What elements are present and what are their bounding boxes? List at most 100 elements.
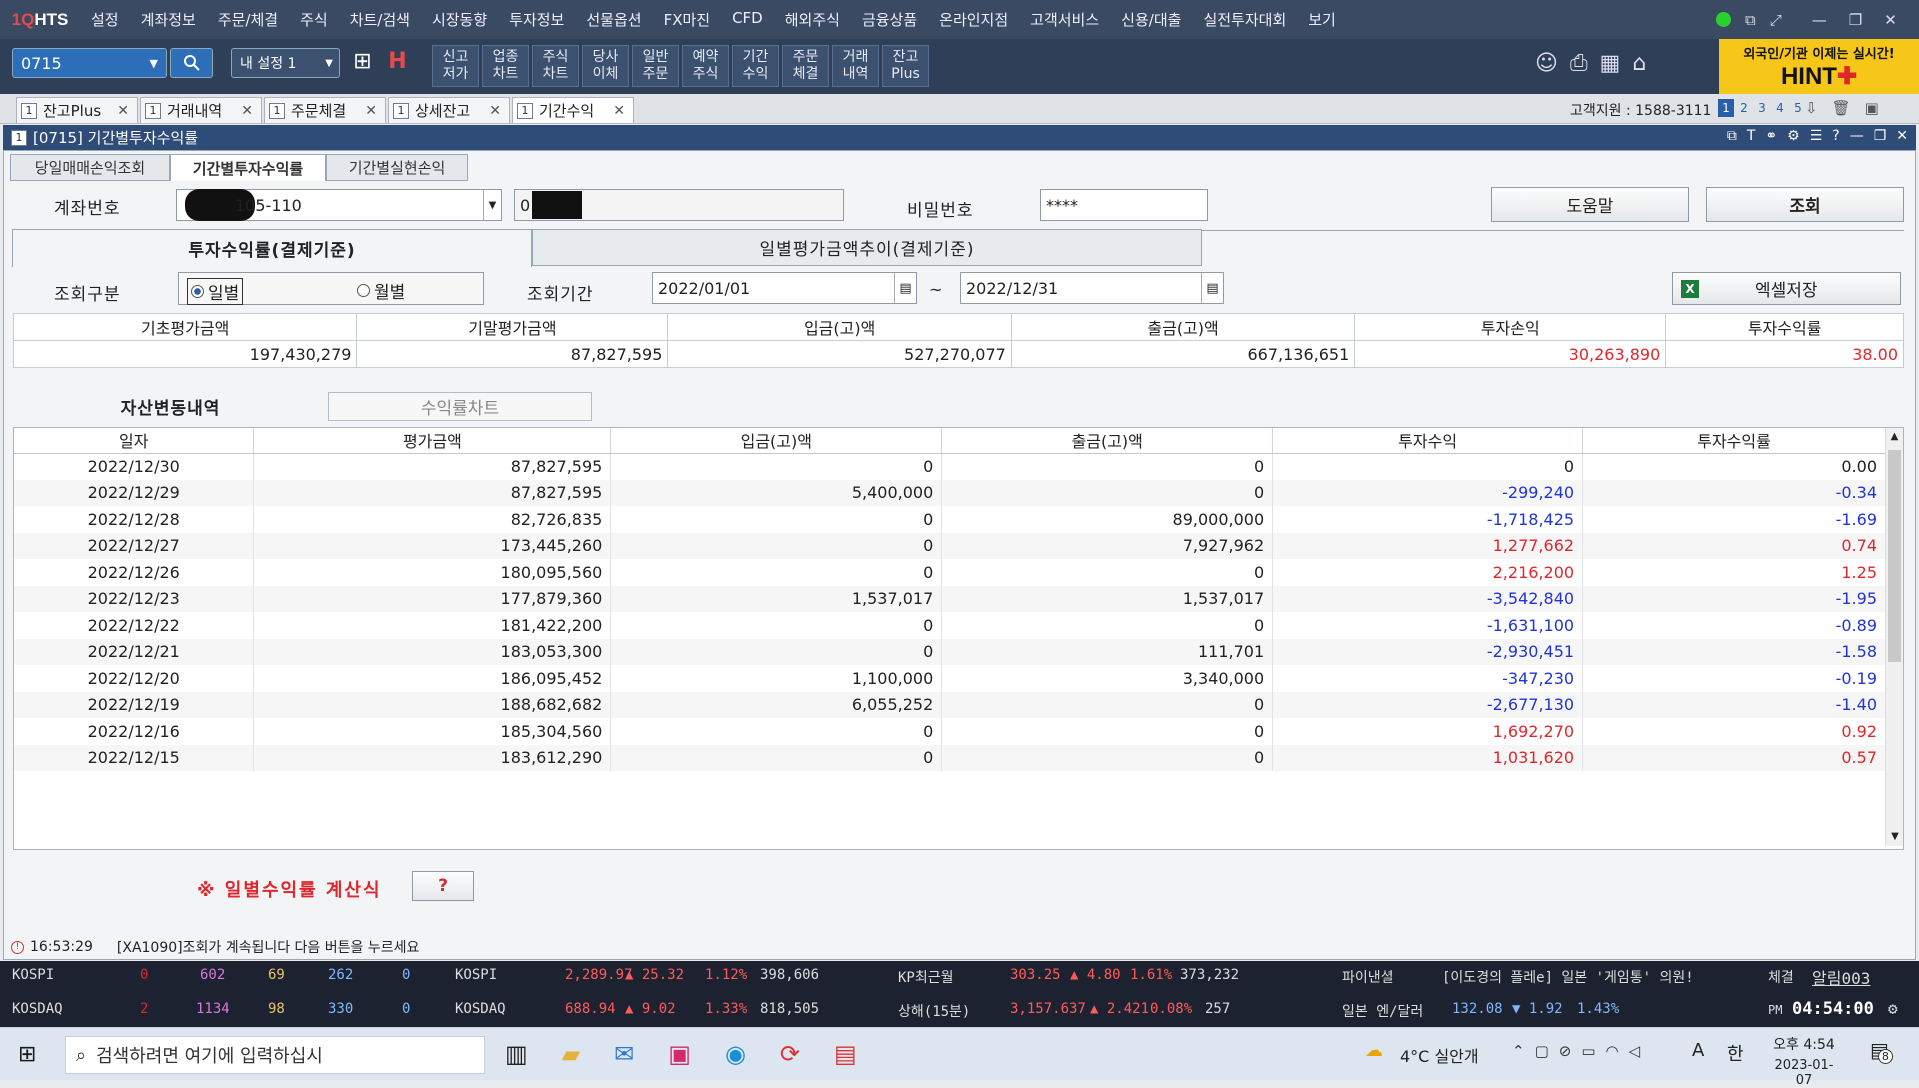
print-icon[interactable]: ⎙ [1570, 51, 1588, 76]
page-button[interactable]: 2 [1736, 99, 1752, 117]
windows-start-icon[interactable]: ⊞ [18, 1042, 36, 1067]
password-input[interactable]: **** [1040, 189, 1208, 221]
language-indicator[interactable]: 한 [1727, 1040, 1744, 1066]
table-row[interactable]: 2022/12/27 173,445,260 0 7,927,962 1,277,662… [14, 532, 1886, 559]
calendar-icon[interactable]: ▤ [894, 273, 916, 303]
menu-item[interactable]: 시장동향 [421, 9, 498, 30]
menu-item[interactable]: 투자정보 [498, 9, 575, 30]
quick-button[interactable]: 일반 주문 [632, 45, 679, 87]
menu-item[interactable]: 주식 [289, 9, 339, 30]
menu-item[interactable]: 차트/검색 [339, 9, 421, 30]
close-tab-icon[interactable]: ✕ [117, 103, 129, 119]
radio-monthly[interactable]: 월별 [357, 278, 405, 303]
subtab-period-return[interactable]: 기간별투자수익률 [170, 154, 326, 181]
volume-icon[interactable]: ◁ [1629, 1042, 1641, 1060]
taskbar-search[interactable]: ⌕ 검색하려면 여기에 입력하십시 [65, 1036, 485, 1074]
help-button[interactable]: 도움말 [1491, 187, 1689, 222]
help-icon[interactable]: ? [1832, 128, 1839, 144]
radio-daily[interactable]: 일별 [187, 278, 244, 305]
subtab-period-realized-pl[interactable]: 기간별실현손익 [326, 154, 468, 181]
date-from-input[interactable]: 2022/01/01 ▤ [652, 272, 917, 304]
table-row[interactable]: 2022/12/19 188,682,682 6,055,252 0 -2,677,13… [14, 691, 1886, 718]
menu-item[interactable]: 보기 [1297, 9, 1347, 30]
close-icon[interactable]: ✕ [1884, 11, 1897, 29]
wifi-icon[interactable]: ◠ [1606, 1042, 1619, 1060]
news-headline[interactable]: [이도경의 플레e] 일본 '게임통' 의원! [1442, 967, 1730, 987]
execution-label[interactable]: 체결 [1768, 967, 1794, 987]
tray-chevron-icon[interactable]: ⌃ [1512, 1042, 1525, 1060]
close-icon[interactable]: ✕ [1896, 128, 1908, 144]
page-button[interactable]: 5 [1790, 99, 1806, 117]
menu-item[interactable]: 설정 [80, 9, 130, 30]
weather-text[interactable]: 4°C 실안개 [1400, 1043, 1479, 1067]
alert-label[interactable]: 알림003 [1812, 965, 1870, 989]
quick-button[interactable]: 예약 주식 [682, 45, 729, 87]
table-row[interactable]: 2022/12/21 183,053,300 0 111,701 -2,930,451-… [14, 638, 1886, 665]
table-row[interactable]: 2022/12/28 82,726,835 0 89,000,000 -1,718,42… [14, 506, 1886, 533]
table-row[interactable]: 2022/12/16 185,304,560 0 0 1,692,270 0.92 [14, 718, 1886, 745]
table-row[interactable]: 2022/12/20 186,095,452 1,100,000 3,340,000-… [14, 665, 1886, 692]
window-tab[interactable]: 1 주문체결 ✕ [264, 97, 386, 123]
hint-banner[interactable]: 외국인/기관 이제는 실시간! HINT✚ [1719, 39, 1919, 94]
close-tab-icon[interactable]: ✕ [365, 103, 377, 119]
calendar-icon[interactable]: ▤ [1201, 273, 1223, 303]
add-screen-button[interactable]: ⊞ [350, 49, 375, 77]
quick-button[interactable]: 잔고 Plus [882, 45, 929, 87]
edge-browser-icon[interactable]: ◉ [725, 1040, 746, 1068]
list-icon[interactable]: ☰ [1810, 128, 1823, 144]
restore-icon[interactable]: ⧉ [1745, 11, 1756, 29]
page-button[interactable]: 4 [1772, 99, 1788, 117]
menu-item[interactable]: FX마진 [653, 9, 722, 30]
table-row[interactable]: 2022/12/15 183,612,290 0 0 1,031,620 0.57 [14, 744, 1886, 771]
close-tab-icon[interactable]: ✕ [489, 103, 501, 119]
excel-save-button[interactable]: X 엑셀저장 [1672, 272, 1901, 305]
minimize-icon[interactable]: — [1850, 128, 1864, 144]
minimize-icon[interactable]: — [1812, 11, 1827, 29]
trash-icon[interactable]: 🗑 [1832, 99, 1851, 117]
table-row[interactable]: 2022/12/26 180,095,560 0 0 2,216,200 1.25 [14, 559, 1886, 586]
menu-item[interactable]: 온라인지점 [928, 9, 1019, 30]
table-row[interactable]: 2022/12/29 87,827,595 5,400,000 0 -299,240 -0… [14, 479, 1886, 506]
tab-investment-return[interactable]: 투자수익률(결제기준) [12, 229, 532, 267]
page-button[interactable]: 3 [1754, 99, 1770, 117]
sync-app-icon[interactable]: ⟳ [780, 1040, 800, 1068]
menu-item[interactable]: 금융상품 [851, 9, 928, 30]
layout-button[interactable]: H [385, 49, 410, 77]
tab-daily-valuation-trend[interactable]: 일별평가금액추이(결제기준) [532, 229, 1202, 266]
task-view-icon[interactable]: ▥ [505, 1040, 528, 1068]
my-setting-select[interactable]: 내 설정 1 ▼ [231, 48, 340, 78]
menu-item[interactable]: 실전투자대회 [1192, 9, 1297, 30]
menu-item[interactable]: 고객서비스 [1019, 9, 1110, 30]
quick-button[interactable]: 업종 차트 [482, 45, 529, 87]
text-icon[interactable]: T [1747, 128, 1756, 144]
quick-button[interactable]: 기간 수익 [732, 45, 779, 87]
vertical-scrollbar[interactable]: ▲ ▼ [1885, 428, 1903, 846]
quick-button[interactable]: 거래 내역 [832, 45, 879, 87]
scroll-down-icon[interactable]: ▼ [1886, 828, 1903, 846]
chevron-down-icon[interactable]: ▼ [150, 57, 158, 70]
battery-icon[interactable]: ▭ [1581, 1042, 1595, 1060]
quick-button[interactable]: 주문 체결 [782, 45, 829, 87]
menu-item[interactable]: 계좌정보 [130, 9, 207, 30]
maximize-icon[interactable]: ❐ [1874, 128, 1887, 144]
hts-app-icon[interactable]: ▤ [834, 1040, 857, 1068]
window-tab[interactable]: 1 상세잔고 ✕ [388, 97, 510, 123]
menu-item[interactable]: 신용/대출 [1110, 9, 1192, 30]
calculator-icon[interactable]: ▦ [1600, 51, 1621, 76]
popout-icon[interactable]: ⧉ [1727, 128, 1737, 144]
scroll-up-icon[interactable]: ▲ [1886, 428, 1903, 446]
menu-item[interactable]: 선물옵션 [575, 9, 652, 30]
account-select[interactable]: 105-110 ▼ [176, 189, 502, 221]
menu-item[interactable]: 해외주식 [774, 9, 851, 30]
page-button[interactable]: 1 [1718, 99, 1734, 117]
scroll-thumb[interactable] [1888, 450, 1901, 662]
menu-item[interactable]: 주문/체결 [207, 9, 289, 30]
home-icon[interactable]: ⌂ [1632, 51, 1646, 76]
table-row[interactable]: 2022/12/30 87,827,595 0 0 0 0.00 [14, 453, 1886, 480]
expand-icon[interactable]: ⤢ [1770, 11, 1782, 29]
table-row[interactable]: 2022/12/22 181,422,200 0 0 -1,631,100 -0.89 [14, 612, 1886, 639]
screen-number-input[interactable]: 0715 ▼ [12, 48, 167, 78]
quick-button[interactable]: 당사 이체 [582, 45, 629, 87]
tray-network-off-icon[interactable]: ⊘ [1559, 1042, 1572, 1060]
table-row[interactable]: 2022/12/23 177,879,360 1,537,017 1,537,017-… [14, 585, 1886, 612]
